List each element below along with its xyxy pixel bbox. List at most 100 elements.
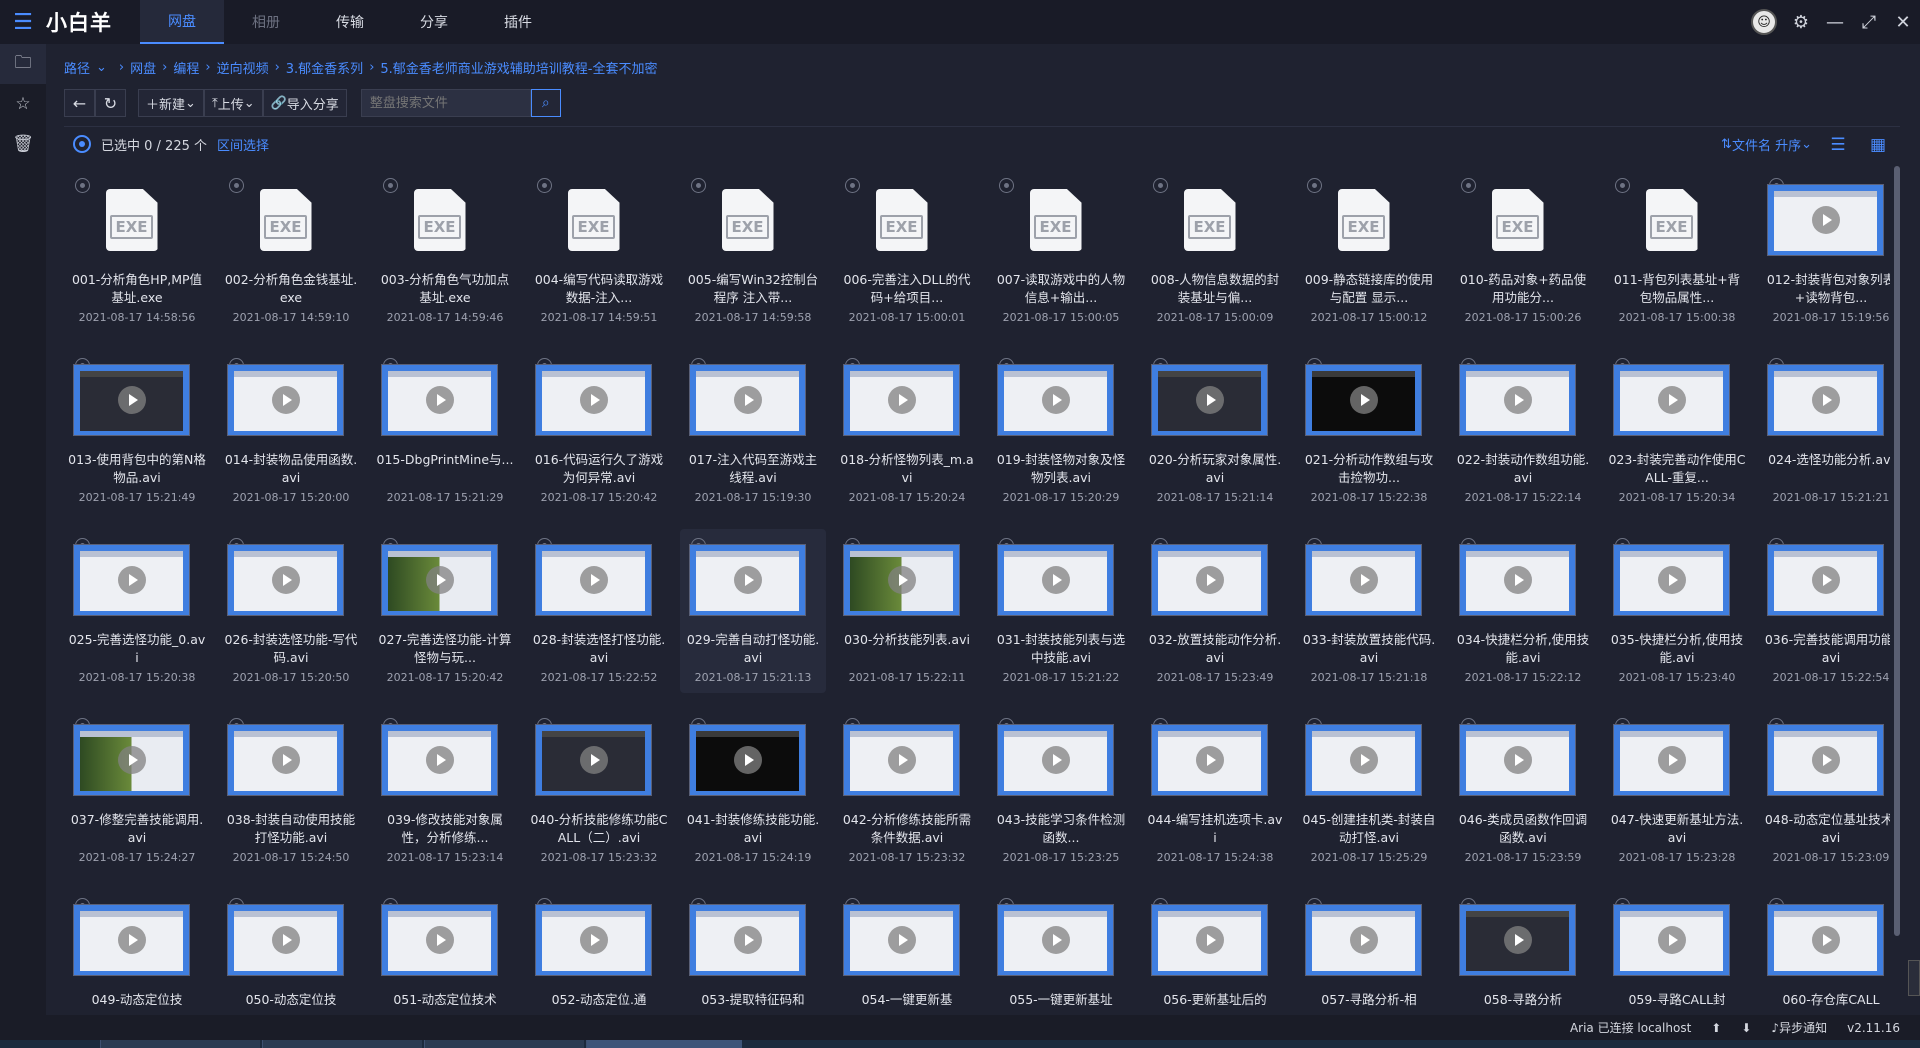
file-tile[interactable]: EXE 003-分析角色气功加点基址.exe 2021-08-17 14:59:46 [372,169,518,333]
play-icon[interactable] [579,566,608,594]
play-icon[interactable] [1195,926,1224,954]
play-icon[interactable] [271,926,300,954]
file-tile[interactable]: 040-分析技能修练功能CALL（二）.avi 2021-08-17 15:23:… [526,709,672,873]
side-handle[interactable] [1908,960,1920,996]
file-tile[interactable]: EXE 009-静态链接库的使用与配置 显示... 2021-08-17 15:00… [1296,169,1442,333]
folder-icon[interactable]: 🗀 [0,44,46,84]
taskbar-item[interactable] [586,1040,742,1048]
play-icon[interactable] [1657,386,1686,414]
play-icon[interactable] [1349,386,1378,414]
file-tile[interactable]: EXE 005-编写Win32控制台程序 注入带... 2021-08-17 14:… [680,169,826,333]
file-tile[interactable]: 042-分析修练技能所需条件数据.avi 2021-08-17 15:23:32 [834,709,980,873]
play-icon[interactable] [117,566,146,594]
play-icon[interactable] [887,746,916,774]
refresh-icon[interactable]: ↻ [95,89,126,117]
file-tile[interactable]: EXE 004-编写代码读取游戏数据-注入... 2021-08-17 14:59:… [526,169,672,333]
taskbar-item[interactable] [100,1040,260,1048]
file-tile[interactable]: 053-提取特征码和 [680,889,826,1015]
file-tile[interactable]: 012-封装背包对象列表+读物背包... 2021-08-17 15:19:56 [1758,169,1890,333]
file-tile[interactable]: EXE 011-背包列表基址+背包物品属性... 2021-08-17 15:00:… [1604,169,1750,333]
menu-icon[interactable]: ☰ [0,0,46,44]
file-tile[interactable]: 034-快捷栏分析,使用技能.avi 2021-08-17 15:22:12 [1450,529,1596,693]
play-icon[interactable] [1657,746,1686,774]
file-tile[interactable]: 025-完善选怪功能_0.avi 2021-08-17 15:20:38 [64,529,210,693]
play-icon[interactable] [887,566,916,594]
play-icon[interactable] [1811,746,1840,774]
play-icon[interactable] [1349,926,1378,954]
tab-album[interactable]: 相册 [224,0,308,44]
favorites-icon[interactable]: ☆ [0,84,46,124]
file-tile[interactable]: 016-代码运行久了游戏为何异常.avi 2021-08-17 15:20:42 [526,349,672,513]
user-avatar[interactable]: ☺ [1750,0,1784,44]
play-icon[interactable] [1811,566,1840,594]
file-tile[interactable]: 056-更新基址后的 [1142,889,1288,1015]
tab-transfer[interactable]: 传输 [308,0,392,44]
file-tile[interactable]: 051-动态定位技术 [372,889,518,1015]
file-tile[interactable]: 031-封装技能列表与选中技能.avi 2021-08-17 15:21:22 [988,529,1134,693]
file-tile[interactable]: 039-修改技能对象属性，分析修练... 2021-08-17 15:23:14 [372,709,518,873]
play-icon[interactable] [887,386,916,414]
file-tile[interactable]: 019-封装怪物对象及怪物列表.avi 2021-08-17 15:20:29 [988,349,1134,513]
taskbar-item[interactable] [424,1040,584,1048]
file-tile[interactable]: 026-封装选怪功能-写代码.avi 2021-08-17 15:20:50 [218,529,364,693]
file-tile[interactable]: EXE 002-分析角色金钱基址.exe 2021-08-17 14:59:10 [218,169,364,333]
file-tile[interactable]: 018-分析怪物列表_m.avi 2021-08-17 15:20:24 [834,349,980,513]
file-tile[interactable]: 045-创建挂机类-封装自动打怪.avi 2021-08-17 15:25:29 [1296,709,1442,873]
play-icon[interactable] [117,746,146,774]
file-tile[interactable]: 050-动态定位技 [218,889,364,1015]
breadcrumb-item[interactable]: 逆向视频 [217,58,269,77]
file-tile[interactable]: 023-封装完善动作使用CALL-重复... 2021-08-17 15:20:3… [1604,349,1750,513]
grid-view-icon[interactable]: ▦ [1864,135,1892,155]
play-icon[interactable] [1503,566,1532,594]
breadcrumb-item[interactable]: 3.郁金香系列 [286,58,363,77]
file-tile[interactable]: 037-修整完善技能调用.avi 2021-08-17 15:24:27 [64,709,210,873]
play-icon[interactable] [579,746,608,774]
play-icon[interactable] [1041,386,1070,414]
file-tile[interactable]: 022-封装动作数组功能.avi 2021-08-17 15:22:14 [1450,349,1596,513]
back-arrow-icon[interactable]: ← [64,89,95,117]
file-tile[interactable]: 052-动态定位.通 [526,889,672,1015]
range-select-link[interactable]: 区间选择 [217,135,269,154]
play-icon[interactable] [425,746,454,774]
file-tile[interactable]: 027-完善选怪功能-计算怪物与玩... 2021-08-17 15:20:42 [372,529,518,693]
import-share-button[interactable]: 🔗 导入分享 [262,89,347,117]
play-icon[interactable] [1657,926,1686,954]
play-icon[interactable] [271,566,300,594]
play-icon[interactable] [1811,926,1840,954]
play-icon[interactable] [733,566,762,594]
file-tile[interactable]: 014-封装物品使用函数.avi 2021-08-17 15:20:00 [218,349,364,513]
play-icon[interactable] [733,926,762,954]
file-tile[interactable]: 032-放置技能动作分析.avi 2021-08-17 15:23:49 [1142,529,1288,693]
play-icon[interactable] [1349,746,1378,774]
file-tile[interactable]: 021-分析动作数组与攻击捡物功... 2021-08-17 15:22:38 [1296,349,1442,513]
file-tile[interactable]: EXE 001-分析角色HP,MP值基址.exe 2021-08-17 14:58:… [64,169,210,333]
tab-plugins[interactable]: 插件 [476,0,560,44]
play-icon[interactable] [117,386,146,414]
file-tile[interactable]: 059-寻路CALL封 [1604,889,1750,1015]
play-icon[interactable] [1657,566,1686,594]
play-icon[interactable] [1811,206,1840,234]
breadcrumb-root[interactable]: 路径 [64,58,90,77]
play-icon[interactable] [579,926,608,954]
breadcrumb-item[interactable]: 网盘 [130,58,156,77]
upload-button[interactable]: ⤒ 上传 ⌄ [203,89,263,117]
file-tile[interactable]: 043-技能学习条件检测函数... 2021-08-17 15:23:25 [988,709,1134,873]
play-icon[interactable] [887,926,916,954]
file-tile[interactable]: 036-完善技能调用功能.avi 2021-08-17 15:22:54 [1758,529,1890,693]
file-tile[interactable]: 038-封装自动使用技能打怪功能.avi 2021-08-17 15:24:50 [218,709,364,873]
file-tile[interactable]: 035-快捷栏分析,使用技能.avi 2021-08-17 15:23:40 [1604,529,1750,693]
file-tile[interactable]: 017-注入代码至游戏主线程.avi 2021-08-17 15:19:30 [680,349,826,513]
play-icon[interactable] [733,746,762,774]
tab-drive[interactable]: 网盘 [140,0,224,44]
tab-share[interactable]: 分享 [392,0,476,44]
file-tile[interactable]: 054-一键更新基 [834,889,980,1015]
file-tile[interactable]: 055-一键更新基址 [988,889,1134,1015]
file-tile[interactable]: 047-快速更新基址方法.avi 2021-08-17 15:23:28 [1604,709,1750,873]
play-icon[interactable] [1503,746,1532,774]
file-tile[interactable]: 020-分析玩家对象属性.avi 2021-08-17 15:21:14 [1142,349,1288,513]
file-tile[interactable]: 024-选怪功能分析.avi 2021-08-17 15:21:21 [1758,349,1890,513]
play-icon[interactable] [1195,746,1224,774]
list-view-icon[interactable]: ☰ [1824,135,1852,155]
sort-dropdown[interactable]: 文件名 升序 [1732,135,1801,154]
file-tile[interactable]: 060-存仓库CALL [1758,889,1890,1015]
